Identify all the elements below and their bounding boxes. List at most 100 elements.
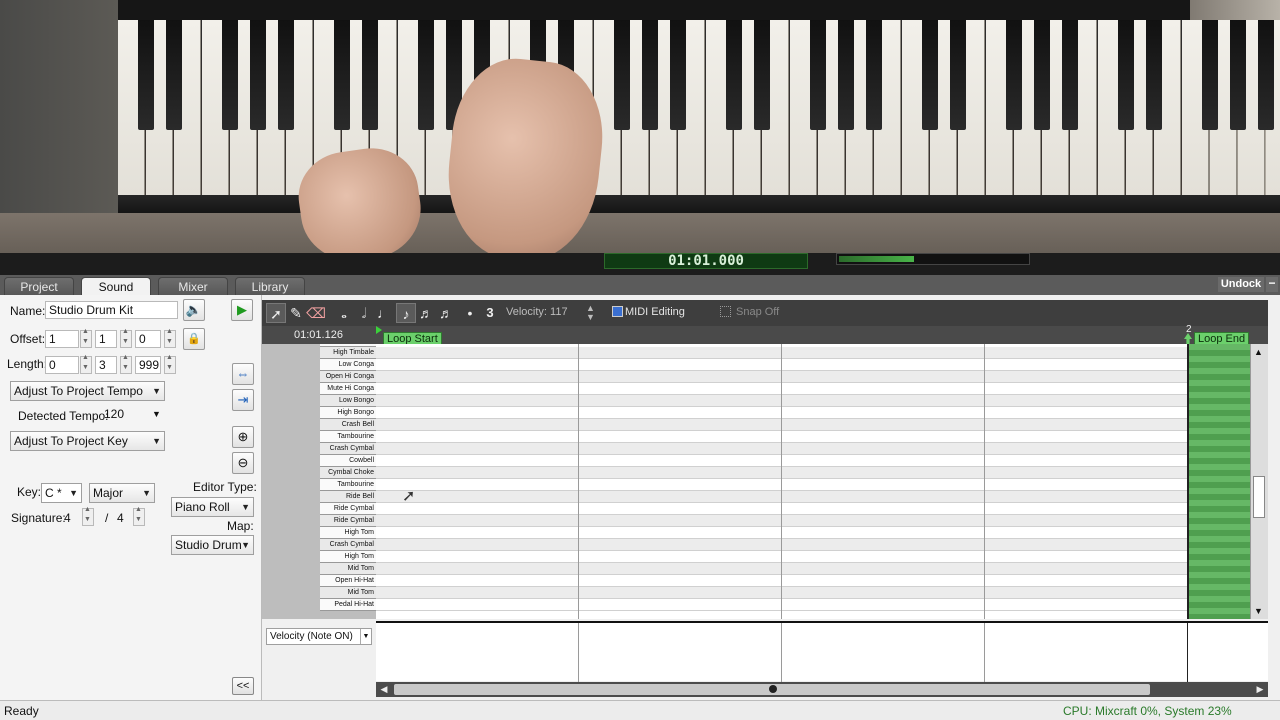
drum-row-label[interactable]: Mid Tom [320,587,376,599]
drum-row-label[interactable]: Crash Bell [320,419,376,431]
grid-row[interactable] [376,455,1188,467]
grid-row[interactable] [376,395,1188,407]
drum-row-label[interactable]: Pedal Hi-Hat [320,599,376,611]
grid-row[interactable] [376,575,1188,587]
tab-mixer[interactable]: Mixer [158,277,228,295]
offset-bar-field[interactable]: 1 [45,330,79,348]
grid-row[interactable] [376,407,1188,419]
drum-row-label[interactable]: Cowbell [320,455,376,467]
speaker-preview-button[interactable]: 🔈 [183,299,205,321]
grid-row[interactable] [376,383,1188,395]
tab-sound[interactable]: Sound [81,277,151,295]
length-tick-field[interactable]: 999 [135,356,161,374]
timeline-ruler[interactable]: 01:01.126 Loop Start 2 Loop End [262,324,1268,347]
velocity-lane[interactable] [376,621,1268,683]
drum-row-label[interactable]: Low Bongo [320,395,376,407]
grid-row[interactable] [376,431,1188,443]
grid-row[interactable] [376,371,1188,383]
drum-map-dropdown[interactable]: Studio Drum ▼ [171,535,254,555]
drum-row-label[interactable]: Tambourine [320,431,376,443]
length-beat-stepper[interactable] [120,354,132,374]
offset-tick-field[interactable]: 0 [135,330,161,348]
signature-numerator[interactable]: 4 [64,511,71,525]
drum-row-label[interactable]: Mid Tom [320,563,376,575]
scroll-left-icon[interactable]: ◀ [376,682,392,697]
key-mode-dropdown[interactable]: Adjust To Project Key ▼ [10,431,165,451]
stretch-expand-button[interactable]: ⇔ [232,363,254,385]
half-note-button[interactable]: 𝅗𝅥 [354,303,374,323]
length-tick-stepper[interactable] [164,354,176,374]
offset-tick-stepper[interactable] [164,328,176,348]
eighth-note-button[interactable]: ♪ [396,303,416,323]
drum-row-label[interactable]: Ride Cymbal [320,515,376,527]
chevron-down-icon[interactable]: ▼ [152,409,161,419]
scroll-up-icon[interactable]: ▲ [1254,347,1263,357]
velocity-stepper[interactable]: ▲ ▼ [586,304,595,322]
grid-row[interactable] [376,479,1188,491]
vertical-scrollbar[interactable]: ▲ ▼ [1250,344,1268,619]
drum-row-label[interactable]: Ride Bell [320,491,376,503]
drum-row-label[interactable]: Crash Cymbal [320,539,376,551]
vertical-scroll-thumb[interactable] [1253,476,1265,518]
sound-name-field[interactable]: Studio Drum Kit [45,301,178,319]
collapse-panel-button[interactable]: << [232,677,254,695]
grid-row[interactable] [376,443,1188,455]
grid-row[interactable] [376,359,1188,371]
tempo-mode-dropdown[interactable]: Adjust To Project Tempo ▼ [10,381,165,401]
drum-row-label[interactable]: High Tom [320,527,376,539]
grid-row[interactable] [376,515,1188,527]
length-bar-stepper[interactable] [80,354,92,374]
grid-row[interactable] [376,491,1188,503]
grid-row[interactable] [376,587,1188,599]
midi-editing-button[interactable]: MIDI Editing [612,306,685,318]
velocity-readout[interactable]: Velocity: 117 [506,306,568,318]
grid-row[interactable] [376,551,1188,563]
drum-row-label[interactable]: Open Hi-Hat [320,575,376,587]
drum-row-label[interactable]: Open Hi Conga [320,371,376,383]
velocity-lane-dropdown[interactable]: Velocity (Note ON) ▼ [266,628,372,645]
length-bar-field[interactable]: 0 [45,356,79,374]
drum-row-label[interactable]: Low Conga [320,359,376,371]
editor-type-dropdown[interactable]: Piano Roll ▼ [171,497,254,517]
grid-row[interactable] [376,503,1188,515]
drum-row-label[interactable]: Crash Cymbal [320,443,376,455]
offset-beat-stepper[interactable] [120,328,132,348]
offset-bar-stepper[interactable] [80,328,92,348]
select-tool-button[interactable]: ➚ [266,303,286,323]
drum-row-label[interactable]: High Bongo [320,407,376,419]
length-beat-field[interactable]: 3 [95,356,117,374]
key-dropdown[interactable]: C * ▼ [41,483,82,503]
drum-row-label[interactable]: Mute Hi Conga [320,383,376,395]
scroll-right-icon[interactable]: ▶ [1252,682,1268,697]
lock-button[interactable]: 🔒 [183,328,205,350]
grid-row[interactable] [376,527,1188,539]
eraser-tool-button[interactable]: ⌫ [306,303,326,323]
thirtysecond-note-button[interactable]: ♬ [436,303,456,323]
zoom-in-button[interactable]: ⊕ [232,426,254,448]
grid-row[interactable] [376,419,1188,431]
dotted-note-button[interactable]: • [460,303,480,323]
pencil-tool-button[interactable]: ✎ [286,303,306,323]
signature-numerator-stepper[interactable] [82,506,94,526]
drum-row-label[interactable]: Ride Cymbal [320,503,376,515]
grid-row[interactable] [376,563,1188,575]
horizontal-scrollbar[interactable]: ◀ ▶ [376,682,1268,697]
minimize-panel-button[interactable]: − [1266,277,1278,292]
grid-row[interactable] [376,539,1188,551]
tab-library[interactable]: Library [235,277,305,295]
drum-row-label[interactable]: High Timbale [320,347,376,359]
triplet-button[interactable]: 3 [480,303,500,323]
whole-note-button[interactable]: 𝅝 [334,303,354,323]
tab-project[interactable]: Project [4,277,74,295]
undock-button[interactable]: Undock [1218,277,1264,292]
grid-row[interactable] [376,599,1188,611]
offset-beat-field[interactable]: 1 [95,330,117,348]
signature-denominator-stepper[interactable] [133,506,145,526]
drum-row-label[interactable]: Tambourine [320,479,376,491]
play-button[interactable]: ▶ [231,299,253,321]
quarter-note-button[interactable]: ♩ [374,303,394,323]
snap-toggle-button[interactable]: Snap Off [720,306,779,318]
scroll-down-icon[interactable]: ▼ [1254,606,1263,616]
drum-row-label[interactable]: Cymbal Choke [320,467,376,479]
sixteenth-note-button[interactable]: ♬ [416,303,436,323]
